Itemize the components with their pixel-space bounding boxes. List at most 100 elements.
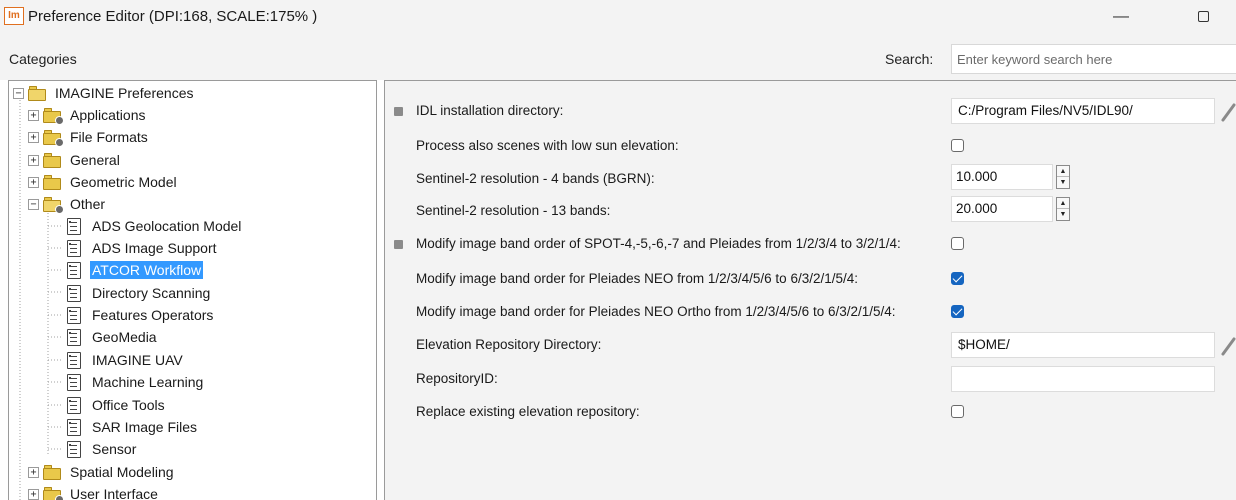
tree-label: IMAGINE Preferences [55,85,194,101]
modified-bullet-icon [394,107,403,116]
document-icon [67,328,81,346]
tree-item-user-interface[interactable]: + User Interface [28,483,160,500]
tree-item-imagine-uav[interactable]: IMAGINE UAV [67,349,185,371]
pref-label: Modify image band order for Pleiades NEO… [416,271,858,286]
repository-id-field[interactable] [951,366,1215,392]
pref-row-spot-band-order: Modify image band order of SPOT-4,-5,-6,… [384,229,1236,259]
collapse-icon[interactable]: − [13,87,24,99]
search-input[interactable] [951,44,1236,74]
search-label: Search: [885,51,934,67]
document-icon [67,261,81,279]
tree-item-atcor-workflow[interactable]: ATCOR Workflow [67,259,204,281]
pleiades-neo-band-order-checkbox[interactable] [951,272,964,285]
elevation-repository-field[interactable]: $HOME/ [951,332,1215,358]
maximize-button[interactable] [1180,2,1226,32]
expand-icon[interactable]: + [28,109,39,121]
expand-icon[interactable]: + [28,488,39,500]
pref-row-pleiades-neo-band-order: Modify image band order for Pleiades NEO… [384,264,1236,294]
tree-label-selected: ATCOR Workflow [90,261,204,279]
pref-row-low-sun-elevation: Process also scenes with low sun elevati… [384,131,1236,161]
tree-item-office-tools[interactable]: Office Tools [67,394,167,416]
expand-icon[interactable]: + [28,466,39,478]
pref-label: Modify image band order of SPOT-4,-5,-6,… [416,236,901,251]
pref-row-s2-4bands: Sentinel-2 resolution - 4 bands (BGRN): … [384,164,1236,194]
spin-buttons: ▲ ▼ [1056,165,1070,189]
tree-item-general[interactable]: + General [28,149,122,171]
document-icon [67,217,81,235]
idl-directory-field[interactable]: C:/Program Files/NV5/IDL90/ [951,98,1215,124]
low-sun-elevation-checkbox[interactable] [951,139,964,152]
tree-item-spatial-modeling[interactable]: + Spatial Modeling [28,461,176,483]
tree-label: File Formats [70,129,148,145]
window-title: Preference Editor (DPI:168, SCALE:175% ) [28,8,318,25]
pref-row-elevation-repository: Elevation Repository Directory: $HOME/ [384,330,1236,360]
tree-label: SAR Image Files [92,419,198,435]
tree-item-features-operators[interactable]: Features Operators [67,304,215,326]
tree-item-geomedia[interactable]: GeoMedia [67,326,159,348]
folder-settings-icon [43,129,64,147]
title-bar: Im Preference Editor (DPI:168, SCALE:175… [0,0,1236,36]
tree-item-sensor[interactable]: Sensor [67,438,138,460]
pref-label: Replace existing elevation repository: [416,404,640,419]
pref-row-pleiades-neo-ortho-band-order: Modify image band order for Pleiades NEO… [384,297,1236,327]
tree-label: Features Operators [92,307,214,323]
spin-up-icon[interactable]: ▲ [1057,166,1069,177]
document-icon [67,284,81,302]
tree-item-sar-image-files[interactable]: SAR Image Files [67,416,199,438]
tree-label: Machine Learning [92,374,204,390]
category-tree: − IMAGINE Preferences + Applications + F… [8,80,377,500]
tree-label: Office Tools [92,397,165,413]
pref-row-repository-id: RepositoryID: [384,364,1236,394]
tree-item-ads-image-support[interactable]: ADS Image Support [67,237,219,259]
folder-open-settings-icon [43,196,64,214]
document-icon [67,418,81,436]
tree-item-other[interactable]: − Other [28,193,107,215]
tree-label: Spatial Modeling [70,464,174,480]
folder-settings-icon [43,486,64,500]
spin-up-icon[interactable]: ▲ [1057,198,1069,209]
spin-down-icon[interactable]: ▼ [1057,177,1069,188]
pleiades-neo-ortho-band-order-checkbox[interactable] [951,305,964,318]
modified-bullet-icon [394,240,403,249]
s2-13bands-resolution-input[interactable]: 20.000 [951,196,1053,222]
folder-open-icon [28,85,47,101]
tree-item-file-formats[interactable]: + File Formats [28,126,150,148]
folder-icon [43,174,62,190]
document-icon [67,306,81,324]
minimize-button[interactable]: — [1098,2,1144,32]
header-row: Categories Search: [0,36,1236,80]
tree-item-geometric-model[interactable]: + Geometric Model [28,171,179,193]
collapse-icon[interactable]: − [28,198,39,210]
pref-label: Elevation Repository Directory: [416,337,602,352]
pref-label: RepositoryID: [416,371,498,386]
replace-repository-checkbox[interactable] [951,405,964,418]
expand-icon[interactable]: + [28,131,39,143]
tree-item-applications[interactable]: + Applications [28,104,148,126]
pref-label: Sentinel-2 resolution - 13 bands: [416,203,611,218]
categories-label: Categories [9,51,77,67]
pref-label: IDL installation directory: [416,103,564,118]
tree-label: Geometric Model [70,174,177,190]
edit-pencil-icon[interactable] [1220,336,1236,356]
folder-icon [43,152,62,168]
pref-label: Sentinel-2 resolution - 4 bands (BGRN): [416,171,655,186]
pref-row-replace-repository: Replace existing elevation repository: [384,397,1236,427]
tree-item-ads-geolocation-model[interactable]: ADS Geolocation Model [67,215,243,237]
s2-4bands-resolution-input[interactable]: 10.000 [951,164,1053,190]
folder-icon [43,464,62,480]
tree-label: Applications [70,107,146,123]
tree-item-directory-scanning[interactable]: Directory Scanning [67,282,212,304]
expand-icon[interactable]: + [28,176,39,188]
edit-pencil-icon[interactable] [1220,102,1236,122]
document-icon [67,239,81,257]
tree-label: GeoMedia [92,329,157,345]
tree-label: Directory Scanning [92,285,211,301]
tree-root[interactable]: − IMAGINE Preferences [13,82,196,104]
document-icon [67,396,81,414]
expand-icon[interactable]: + [28,154,39,166]
spot-band-order-checkbox[interactable] [951,237,964,250]
spin-down-icon[interactable]: ▼ [1057,209,1069,220]
document-icon [67,440,81,458]
tree-item-machine-learning[interactable]: Machine Learning [67,371,205,393]
document-icon [67,351,81,369]
